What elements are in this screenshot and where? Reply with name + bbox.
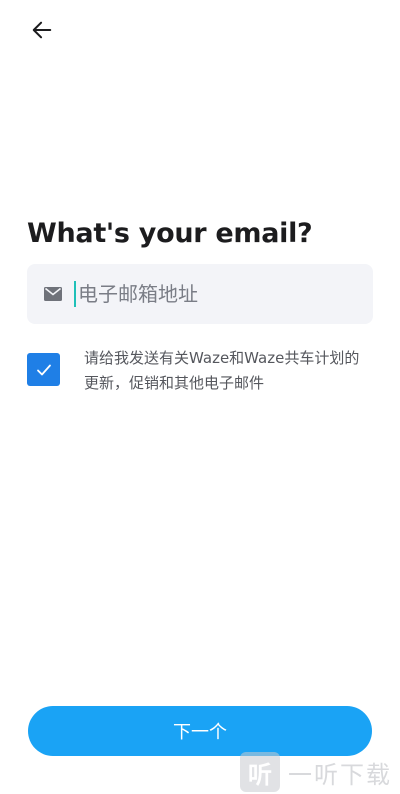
- email-signup-screen: What's your email? 请给我发送有关Waze和Waze共车计划的…: [0, 0, 400, 794]
- checkmark-icon: [36, 364, 51, 375]
- back-button[interactable]: [24, 12, 60, 48]
- consent-label: 请给我发送有关Waze和Waze共车计划的更新，促销和其他电子邮件: [84, 349, 360, 392]
- mail-icon: [44, 287, 62, 301]
- watermark-text: 一听下载: [288, 760, 392, 789]
- watermark: 听 一听下载: [240, 752, 392, 792]
- email-field[interactable]: [27, 264, 373, 324]
- page-title: What's your email?: [27, 218, 313, 249]
- next-button[interactable]: 下一个: [28, 706, 372, 756]
- arrow-left-icon: [32, 21, 52, 39]
- consent-checkbox[interactable]: [27, 353, 60, 386]
- watermark-logo-glyph: 听: [248, 760, 272, 789]
- watermark-logo: 听: [240, 752, 280, 792]
- email-input[interactable]: [76, 282, 348, 306]
